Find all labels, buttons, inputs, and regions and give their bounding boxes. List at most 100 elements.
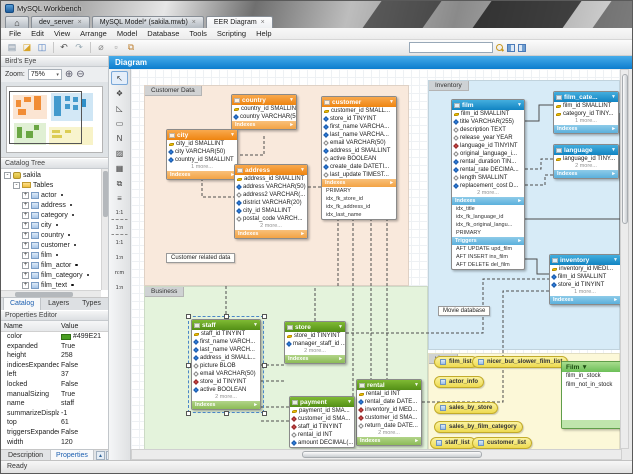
property-row[interactable]: summarizeDisplay-1	[1, 409, 108, 419]
column-row[interactable]: original_language_i...	[452, 150, 524, 158]
tree-expander-icon[interactable]: +	[22, 212, 29, 219]
tree-expander-icon[interactable]: -	[13, 182, 20, 189]
column-row[interactable]: last_name VARCHA...	[322, 131, 396, 139]
hand-icon[interactable]: ❖	[111, 86, 128, 100]
column-row[interactable]: country VARCHAR(50)	[232, 113, 296, 121]
shrink-icon[interactable]: ▫	[109, 41, 123, 54]
tree-item-category[interactable]: +category	[1, 210, 101, 220]
trigger-row[interactable]: AFT UPDATE upd_film	[452, 245, 524, 253]
indexe-row[interactable]: idx_fk_store_id	[322, 195, 396, 203]
routine-group-icon[interactable]: ≡	[111, 191, 128, 205]
search-input[interactable]	[409, 42, 493, 53]
section-bar-indexes[interactable]: Indexes▸	[167, 171, 237, 179]
property-row[interactable]: triggersExpandedFalse	[1, 428, 108, 438]
column-row[interactable]: active BOOLEAN	[322, 155, 396, 163]
pointer-icon[interactable]: ↖	[111, 71, 128, 85]
property-row[interactable]: lockedFalse	[1, 380, 108, 390]
column-row[interactable]: title VARCHAR(255)	[452, 118, 524, 126]
more-columns-label[interactable]: 2 more...	[285, 348, 345, 355]
column-row[interactable]: release_year YEAR	[452, 134, 524, 142]
routine-film_in_stock[interactable]: film_in_stock	[562, 372, 622, 381]
more-columns-label[interactable]: 1 more...	[550, 289, 620, 296]
column-row[interactable]: address VARCHAR(50)	[235, 183, 307, 191]
trigger-row[interactable]: AFT DELETE del_film	[452, 261, 524, 269]
copy-icon[interactable]: ⧉	[124, 41, 138, 54]
close-icon[interactable]: ×	[78, 19, 82, 26]
section-bar-triggers[interactable]: Triggers▸	[452, 237, 524, 245]
property-row[interactable]: top61	[1, 418, 108, 428]
column-row[interactable]: film_id SMALLINT	[550, 273, 620, 281]
menu-view[interactable]: View	[49, 28, 75, 39]
rel-1-1-non-identifying-icon[interactable]: 1:1	[111, 206, 128, 220]
column-row[interactable]: staff_id TINYINT	[290, 423, 354, 431]
zoom-out-icon[interactable]: ⊖	[76, 69, 84, 80]
column-row[interactable]: city VARCHAR(50)	[167, 148, 237, 156]
more-columns-label[interactable]: 1 more...	[167, 164, 237, 171]
column-row[interactable]: rental_duration TIN...	[452, 158, 524, 166]
table-icon[interactable]: ▦	[111, 161, 128, 175]
column-row[interactable]: first_name VARCHA...	[322, 123, 396, 131]
column-row[interactable]: last_name VARCH...	[192, 346, 260, 354]
rel-1-1-identifying-icon[interactable]: 1:1	[111, 236, 128, 250]
column-row[interactable]: customer_id SMALL...	[322, 107, 396, 115]
column-row[interactable]: address_id SMALL...	[192, 354, 260, 362]
canvas-vscrollbar[interactable]	[620, 69, 629, 449]
tree-item-film[interactable]: +film	[1, 250, 101, 260]
table-address[interactable]: address▼address_id SMALLINTaddress VARCH…	[234, 164, 308, 239]
table-header[interactable]: store▼	[285, 322, 345, 332]
tree-item-city[interactable]: +city	[1, 220, 101, 230]
section-bar-indexes[interactable]: Indexes▸	[232, 121, 296, 129]
title-bar[interactable]: MySQL Workbench	[1, 1, 82, 15]
note-movie-database[interactable]: Movie database	[438, 306, 490, 316]
table-customer[interactable]: customer▼customer_id SMALL...store_id TI…	[321, 96, 397, 220]
menu-file[interactable]: File	[4, 28, 26, 39]
catalog-tree-hscrollbar[interactable]	[1, 290, 101, 297]
collapse-icon[interactable]: ▼	[613, 257, 618, 263]
property-row[interactable]: left37	[1, 370, 108, 380]
column-row[interactable]: postal_code VARCH...	[235, 215, 307, 223]
section-bar-indexes[interactable]: Indexes▸	[235, 230, 307, 238]
selection-handle[interactable]	[262, 314, 267, 319]
selection-handle[interactable]	[186, 363, 191, 368]
tab-dev-server[interactable]: dev_server×	[31, 16, 90, 28]
column-row[interactable]: store_id TINYINT	[550, 281, 620, 289]
column-row[interactable]: store_id TINYINT	[322, 115, 396, 123]
tree-item-tables-folder[interactable]: -Tables	[1, 180, 101, 190]
collapse-icon[interactable]: ▼	[389, 99, 394, 105]
table-header[interactable]: film_cate...▼	[554, 92, 618, 102]
rel-1-n-non-identifying-icon[interactable]: 1:n	[111, 221, 128, 235]
panel-up-icon[interactable]: ▲	[96, 451, 105, 460]
menu-arrange[interactable]: Arrange	[75, 28, 112, 39]
tab-eer-diagram[interactable]: EER Diagram×	[206, 16, 273, 28]
tree-item-film_category[interactable]: +film_category	[1, 270, 101, 280]
view-sales_by_film_category[interactable]: sales_by_film_category	[434, 421, 523, 433]
column-row[interactable]: customer_id SMA...	[357, 414, 421, 422]
column-row[interactable]: inventory_id MEDI...	[550, 265, 620, 273]
menu-database[interactable]: Database	[142, 28, 184, 39]
tree-item-schema[interactable]: -sakila	[1, 170, 101, 180]
section-bar-indexes[interactable]: Indexes▸	[357, 437, 421, 445]
image-icon[interactable]: ▨	[111, 146, 128, 160]
selection-handle[interactable]	[224, 314, 229, 319]
property-row[interactable]: expandedTrue	[1, 342, 108, 352]
column-row[interactable]: manager_staff_id ...	[285, 340, 345, 348]
tree-expander-icon[interactable]: +	[22, 232, 29, 239]
diagram-canvas[interactable]: Customer DataInventoryBusinessviewscount…	[131, 69, 622, 451]
section-bar-indexes[interactable]: Indexes▸	[285, 355, 345, 363]
close-icon[interactable]: ×	[192, 19, 196, 26]
table-film[interactable]: film▼film_id SMALLINTtitle VARCHAR(255)d…	[451, 99, 525, 270]
table-header[interactable]: country▼	[232, 95, 296, 105]
indexe-row[interactable]: idx_fk_address_id	[322, 203, 396, 211]
collapse-icon[interactable]: ▼	[230, 132, 235, 138]
rel-1-n-identifying-icon[interactable]: 1:n	[111, 251, 128, 265]
column-row[interactable]: active BOOLEAN	[192, 386, 260, 394]
tree-expander-icon[interactable]: +	[22, 192, 29, 199]
table-header[interactable]: inventory▼	[550, 255, 620, 265]
redo-icon[interactable]: ↷	[72, 41, 86, 54]
tab-description[interactable]: Description	[3, 450, 48, 460]
trigger-row[interactable]: AFT INSERT ins_film	[452, 253, 524, 261]
close-icon[interactable]: ×	[261, 19, 265, 26]
tab-mysql-model-sakila-mwb-[interactable]: MySQL Model* (sakila.mwb)×	[92, 16, 204, 28]
tree-expander-icon[interactable]: +	[22, 222, 29, 229]
tree-item-film_text[interactable]: +film_text	[1, 280, 101, 290]
